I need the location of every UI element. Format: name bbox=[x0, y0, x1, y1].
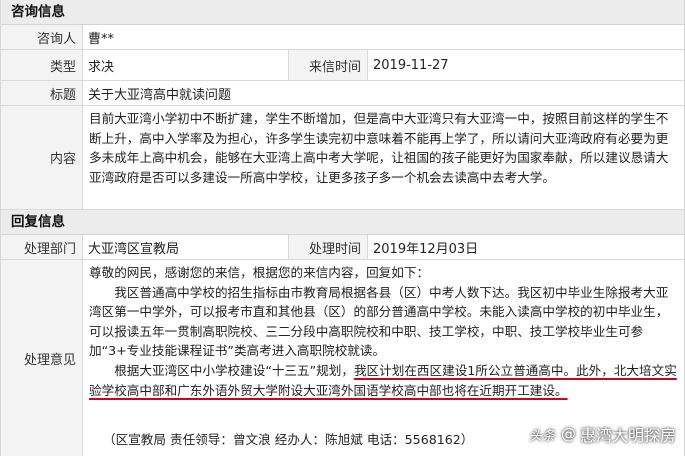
row-consultant: 咨询人 曹** bbox=[1, 25, 684, 50]
opinion-label: 处理意见 bbox=[1, 260, 83, 456]
content-paragraph: 目前大亚湾小学初中不断扩建，学生不断增加，但是高中大亚湾只有大亚湾一中，按照目前… bbox=[89, 111, 669, 185]
reply-paragraph-1: 我区普通高中学校的招生指标由市教育局根据各县（区）中考人数下达。我区初中毕业生除… bbox=[89, 284, 669, 359]
reply-greeting: 尊敬的网民，感谢您的来信，根据您的来信内容，回复如下： bbox=[89, 265, 430, 280]
reply-paragraph-2: 根据大亚湾区中小学校建设“十三五”规划，我区计划在西区建设1所公立普通高中。此外… bbox=[89, 361, 678, 400]
content-label: 内容 bbox=[1, 106, 83, 209]
watermark-at: @ bbox=[560, 425, 576, 443]
date-value: 2019-11-27 bbox=[373, 57, 449, 73]
section-header-consult: 咨询信息 bbox=[1, 0, 684, 25]
dept-value: 大亚湾区宣教局 bbox=[88, 241, 180, 257]
section-header-reply: 回复信息 bbox=[1, 210, 684, 235]
time-value: 2019年12月03日 bbox=[373, 241, 479, 257]
dept-label: 处理部门 bbox=[1, 235, 83, 259]
row-dept-time: 处理部门 大亚湾区宣教局 处理时间 2019年12月03日 bbox=[1, 235, 684, 260]
watermark: 头条 @ 惠湾大明探房 bbox=[529, 422, 676, 446]
consultant-value: 曹** bbox=[88, 31, 115, 47]
consultant-label: 咨询人 bbox=[1, 25, 83, 49]
subject-label: 标题 bbox=[1, 81, 83, 105]
watermark-account: 惠湾大明探房 bbox=[579, 426, 676, 445]
date-label: 来信时间 bbox=[288, 50, 368, 80]
reply-paragraph-2-plain: 根据大亚湾区中小学校建设“十三五”规划， bbox=[114, 362, 354, 378]
type-label: 类型 bbox=[1, 50, 83, 80]
subject-value: 关于大亚湾高中就读问题 bbox=[88, 87, 232, 103]
row-type-date: 类型 求决 来信时间 2019-11-27 bbox=[1, 50, 684, 81]
type-value: 求决 bbox=[88, 59, 115, 75]
reply-credit: （区宣教局 责任领导：曾文浪 经办人：陈旭斌 电话：5568162） bbox=[103, 432, 474, 447]
row-content: 内容 目前大亚湾小学初中不断扩建，学生不断增加，但是高中大亚湾只有大亚湾一中，按… bbox=[1, 106, 684, 210]
content-text: 目前大亚湾小学初中不断扩建，学生不断增加，但是高中大亚湾只有大亚湾一中，按照目前… bbox=[83, 106, 684, 209]
consultation-record: 咨询信息 咨询人 曹** 类型 求决 来信时间 2019-11-27 标题 关于… bbox=[0, 0, 685, 456]
row-subject: 标题 关于大亚湾高中就读问题 bbox=[1, 81, 684, 106]
time-label: 处理时间 bbox=[288, 235, 368, 259]
watermark-platform: 头条 bbox=[528, 428, 555, 444]
